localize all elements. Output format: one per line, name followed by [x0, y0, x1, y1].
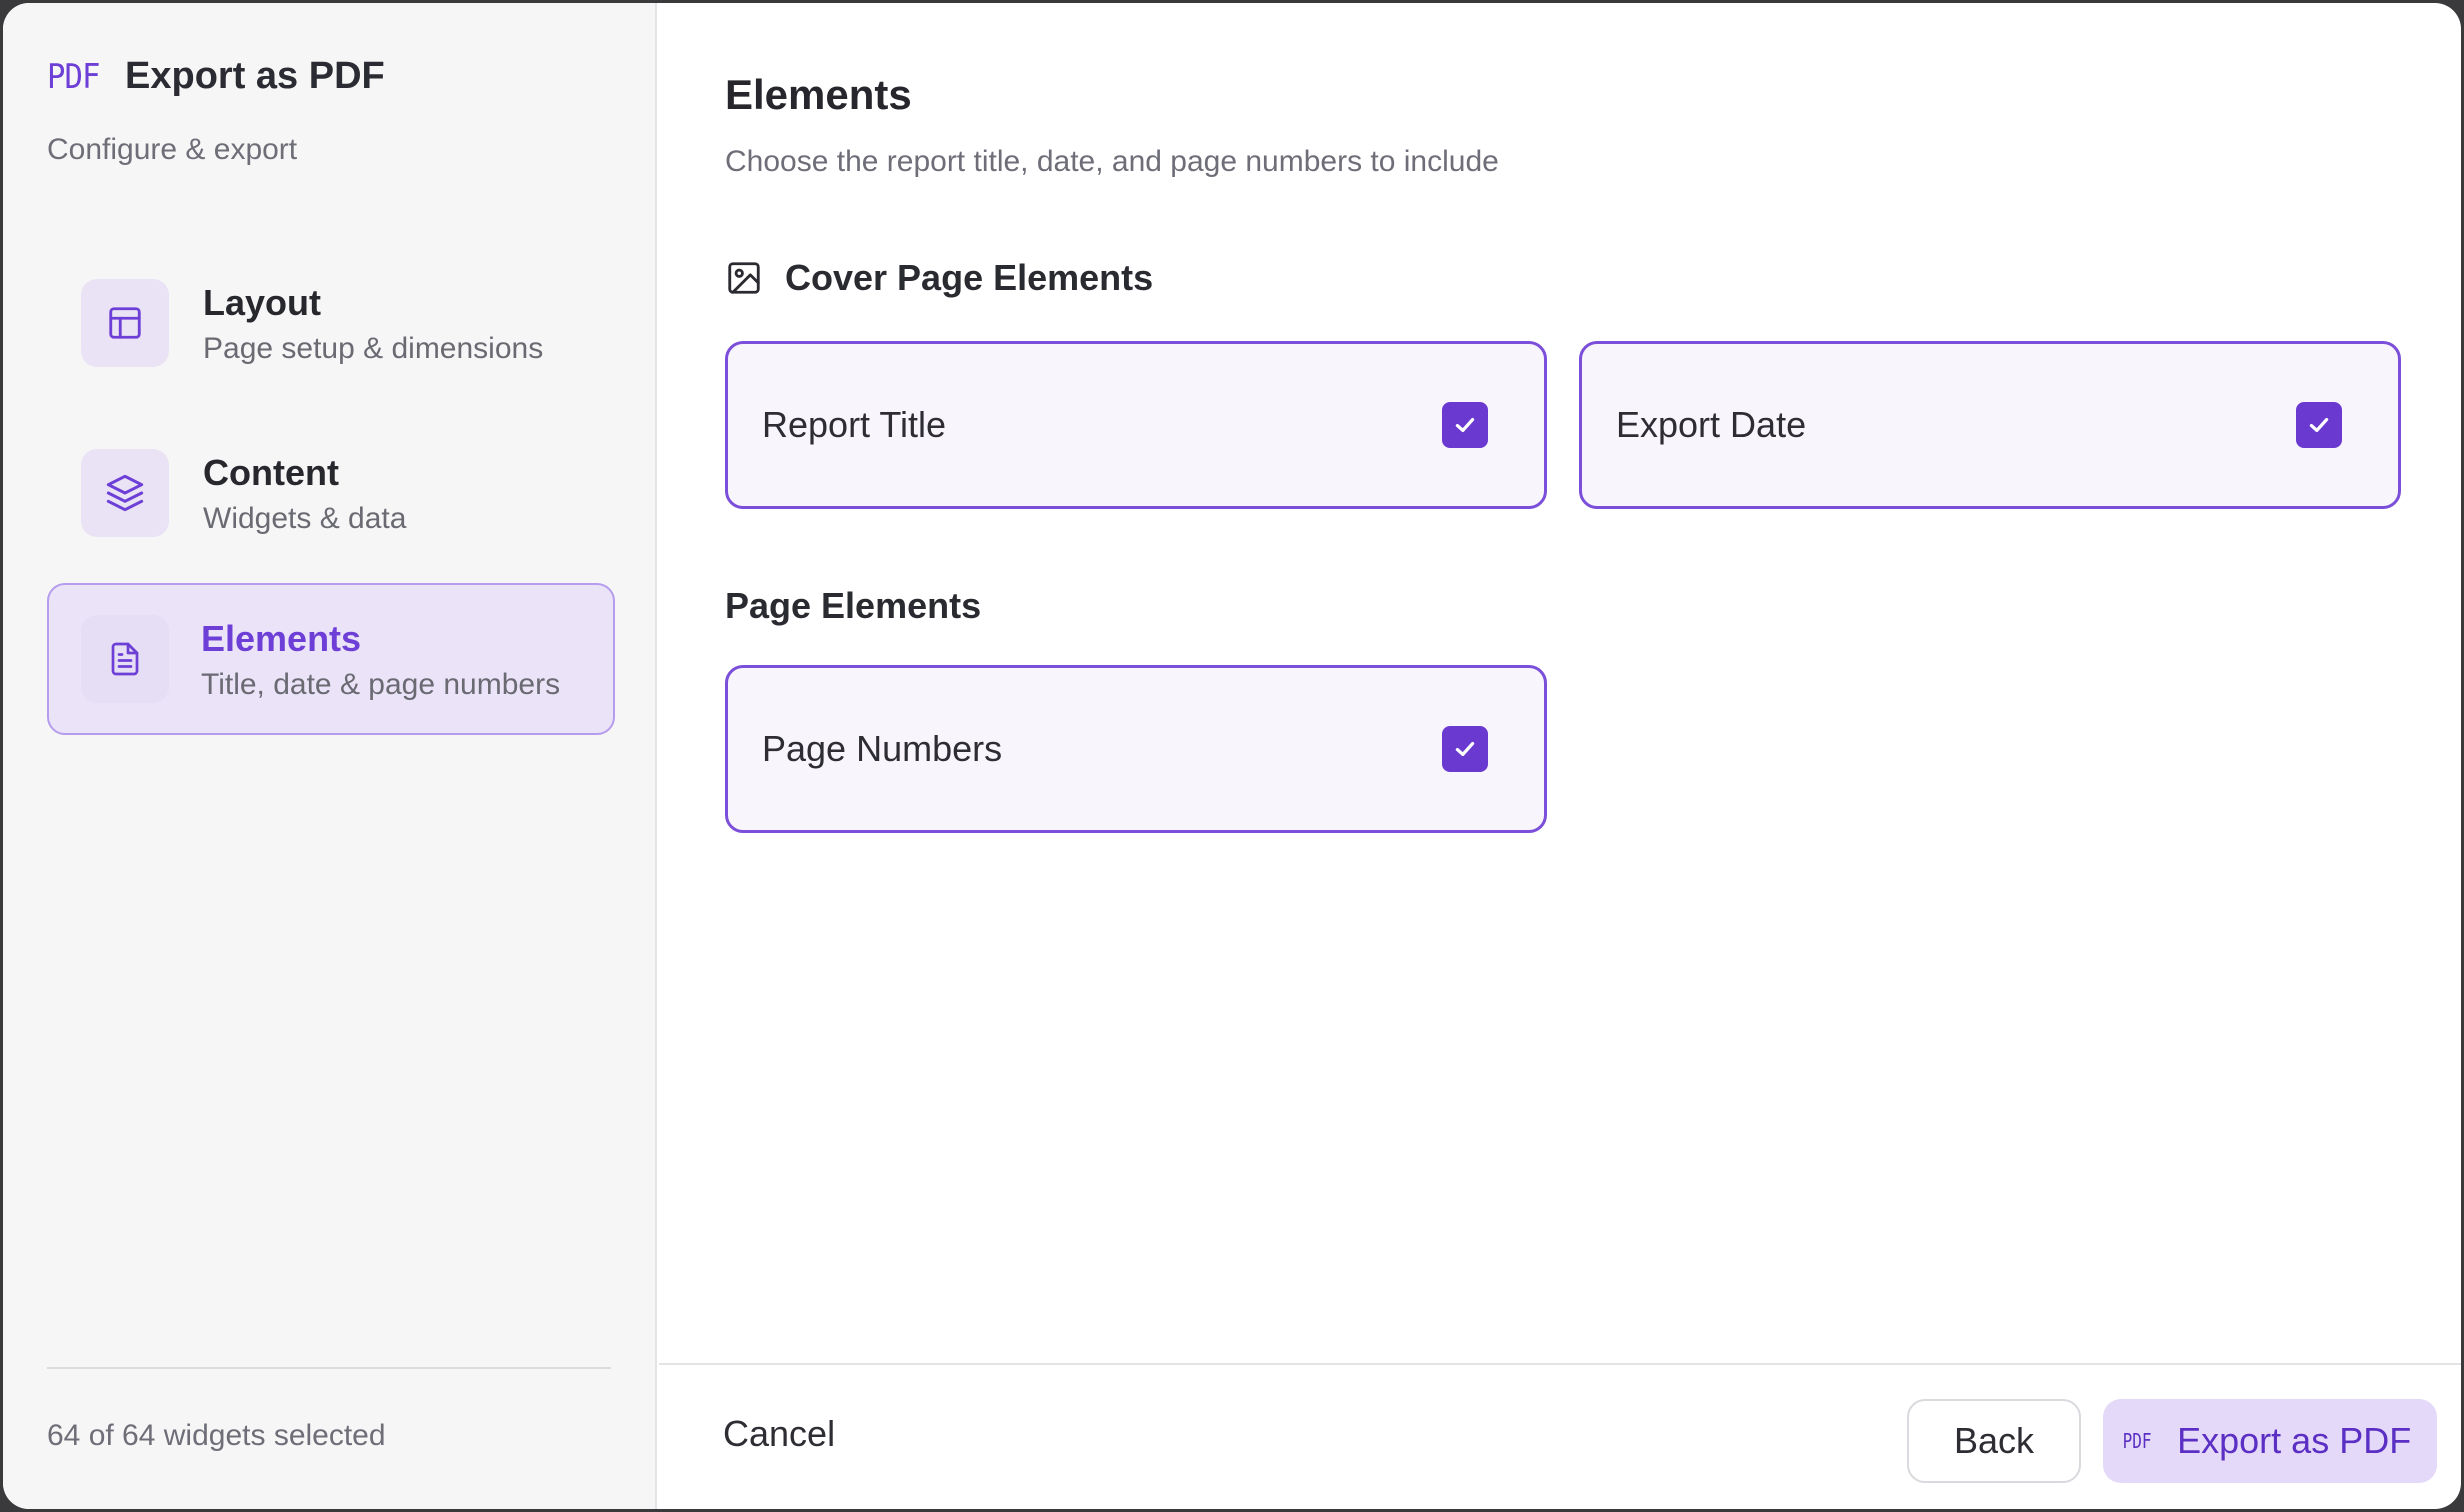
page-section-title: Page Elements: [725, 585, 982, 626]
page-subtitle: Choose the report title, date, and page …: [725, 145, 1499, 178]
sidebar: PDF Export as PDF Configure & export Lay…: [3, 3, 657, 1509]
sidebar-item-desc: Title, date & page numbers: [201, 668, 561, 701]
export-dialog: PDF Export as PDF Configure & export Lay…: [3, 3, 2461, 1509]
cover-section-heading: Cover Page Elements: [725, 257, 1153, 299]
sidebar-item-title: Content: [203, 452, 339, 493]
cancel-button[interactable]: Cancel: [723, 1413, 835, 1455]
pdf-logo-icon: PDF: [47, 56, 100, 97]
image-icon: [725, 259, 763, 297]
pdf-icon: PDF: [2122, 1429, 2152, 1453]
check-icon: [1455, 741, 1475, 757]
option-page-numbers[interactable]: Page Numbers: [725, 665, 1547, 833]
export-button-label: Export as PDF: [2177, 1420, 2412, 1461]
back-button[interactable]: Back: [1907, 1399, 2081, 1483]
brand: PDF Export as PDF: [47, 55, 385, 98]
layers-icon: [81, 449, 169, 537]
report-title-checkbox[interactable]: [1442, 402, 1488, 448]
footer-divider: [659, 1363, 2461, 1365]
option-label: Export Date: [1616, 404, 1807, 445]
export-date-checkbox[interactable]: [2296, 402, 2342, 448]
widgets-selected-count: 64 of 64 widgets selected: [47, 1419, 386, 1452]
cover-section-title: Cover Page Elements: [785, 257, 1154, 298]
sidebar-item-title: Elements: [201, 618, 362, 659]
option-label: Page Numbers: [762, 728, 1003, 769]
page-numbers-checkbox[interactable]: [1442, 726, 1488, 772]
sidebar-item-content[interactable]: Content Widgets & data: [47, 417, 615, 569]
export-pdf-button[interactable]: PDF Export as PDF: [2103, 1399, 2437, 1483]
sidebar-item-desc: Page setup & dimensions: [203, 332, 544, 365]
option-export-date[interactable]: Export Date: [1579, 341, 2401, 509]
page-title: Elements: [725, 71, 912, 118]
layout-icon: [81, 279, 169, 367]
option-report-title[interactable]: Report Title: [725, 341, 1547, 509]
sidebar-item-title: Layout: [203, 282, 322, 323]
sidebar-item-layout[interactable]: Layout Page setup & dimensions: [47, 247, 615, 399]
sidebar-divider: [47, 1367, 611, 1369]
check-icon: [1455, 417, 1475, 433]
check-icon: [2309, 417, 2329, 433]
page-section-heading: Page Elements: [725, 585, 981, 627]
sidebar-item-elements[interactable]: Elements Title, date & page numbers: [47, 583, 615, 735]
option-label: Report Title: [762, 404, 947, 445]
dialog-title: Export as PDF: [125, 55, 385, 97]
sidebar-item-desc: Widgets & data: [203, 502, 407, 535]
document-icon: [81, 615, 169, 703]
dialog-subtitle: Configure & export: [47, 133, 298, 166]
main-panel: Elements Choose the report title, date, …: [657, 3, 2461, 1509]
